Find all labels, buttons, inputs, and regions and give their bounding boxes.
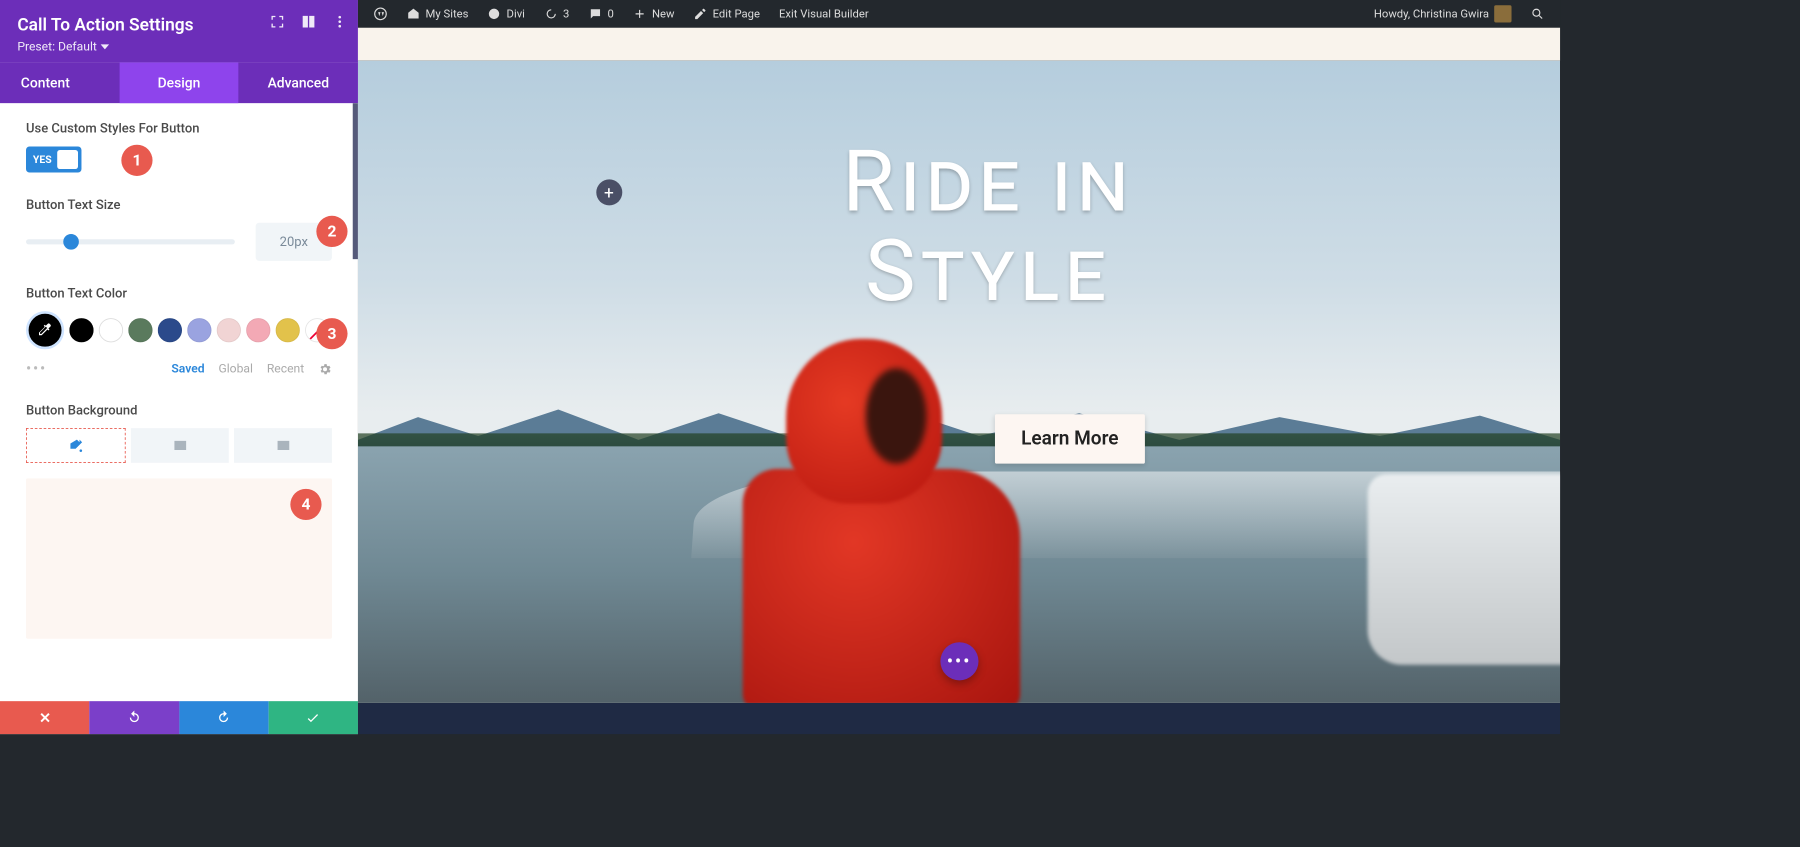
- eyedropper-icon: [36, 322, 53, 339]
- search-icon: [1531, 7, 1545, 21]
- new[interactable]: New: [626, 7, 681, 21]
- focus-icon[interactable]: [270, 14, 286, 30]
- wordpress-icon: [374, 7, 388, 21]
- field-text-color: Button Text Color ••• Saved Global Re: [26, 285, 332, 378]
- undo-icon: [126, 710, 142, 726]
- swatch-periwinkle[interactable]: [187, 318, 211, 342]
- swatch-green[interactable]: [128, 318, 152, 342]
- swatch-black[interactable]: [69, 318, 93, 342]
- panel-body: Use Custom Styles For Button YES 1 Butto…: [0, 103, 358, 701]
- text-size-slider[interactable]: [26, 239, 235, 244]
- check-icon: [305, 710, 321, 726]
- builder-bottom-bar: [358, 703, 1560, 734]
- wp-logo[interactable]: [367, 7, 395, 21]
- cancel-button[interactable]: [0, 701, 89, 734]
- bg-tab-color[interactable]: [26, 428, 126, 463]
- bg-preview[interactable]: 4: [26, 478, 332, 638]
- field-text-size: Button Text Size 2: [26, 197, 332, 261]
- settings-tabs: Content Design Advanced: [0, 62, 358, 103]
- swatch-white[interactable]: [99, 318, 123, 342]
- my-sites[interactable]: My Sites: [400, 7, 476, 21]
- annotation-4: 4: [290, 489, 321, 520]
- cta-button[interactable]: Learn More: [995, 414, 1144, 463]
- redo-icon: [216, 710, 232, 726]
- gradient-icon: [172, 438, 188, 454]
- image-icon: [275, 438, 291, 454]
- hero-section: + Ride in Style Learn More •••: [358, 61, 1560, 703]
- pencil-icon: [694, 7, 708, 21]
- paint-bucket-icon: [68, 438, 84, 454]
- close-icon: [37, 710, 53, 726]
- bg-tab-image[interactable]: [234, 428, 332, 463]
- annotation-2: 2: [316, 216, 347, 247]
- palette-tab-saved[interactable]: Saved: [171, 362, 204, 376]
- field-button-background: Button Background 4: [26, 402, 332, 639]
- add-section-button[interactable]: +: [596, 179, 622, 205]
- palette-tab-global[interactable]: Global: [218, 362, 253, 376]
- tab-content[interactable]: Content: [0, 62, 119, 103]
- wp-adminbar: My Sites Divi 3 0 New Edit Page Exit Vis…: [358, 0, 1560, 28]
- updates[interactable]: 3: [537, 7, 576, 21]
- toggle-custom-styles[interactable]: YES: [26, 146, 81, 172]
- comment-icon: [588, 7, 602, 21]
- tab-design[interactable]: Design: [119, 62, 238, 103]
- more-swatches[interactable]: •••: [26, 360, 47, 378]
- avatar: [1494, 5, 1511, 22]
- palette-tab-recent[interactable]: Recent: [267, 362, 304, 376]
- howdy-user[interactable]: Howdy, Christina Gwira: [1367, 5, 1519, 22]
- save-button[interactable]: [268, 701, 357, 734]
- annotation-3: 3: [316, 318, 347, 349]
- site-name[interactable]: Divi: [481, 7, 532, 21]
- plus-icon: [633, 7, 647, 21]
- eyedropper-button[interactable]: [26, 311, 64, 349]
- main-preview: My Sites Divi 3 0 New Edit Page Exit Vis…: [358, 0, 1560, 734]
- comments[interactable]: 0: [582, 7, 621, 21]
- annotation-1: 1: [121, 145, 152, 176]
- builder-fab[interactable]: •••: [940, 642, 978, 680]
- more-vertical-icon[interactable]: [332, 14, 348, 30]
- search-button[interactable]: [1524, 7, 1552, 21]
- undo-button[interactable]: [89, 701, 178, 734]
- dashboard-icon: [487, 7, 501, 21]
- footer-actions: [0, 701, 358, 734]
- edit-page[interactable]: Edit Page: [687, 7, 767, 21]
- columns-icon[interactable]: [301, 14, 317, 30]
- tab-advanced[interactable]: Advanced: [239, 62, 358, 103]
- refresh-icon: [544, 7, 558, 21]
- swatch-pink[interactable]: [246, 318, 270, 342]
- swatch-blue[interactable]: [158, 318, 182, 342]
- chevron-down-icon: [100, 44, 109, 49]
- bg-tab-gradient[interactable]: [131, 428, 229, 463]
- exit-visual-builder[interactable]: Exit Visual Builder: [772, 7, 876, 20]
- settings-sidebar: Call To Action Settings Preset: Default …: [0, 0, 358, 734]
- sidebar-header: Call To Action Settings Preset: Default: [0, 0, 358, 62]
- field-custom-styles: Use Custom Styles For Button YES 1: [26, 120, 332, 172]
- preset-selector[interactable]: Preset: Default: [17, 40, 340, 54]
- page-background: [358, 28, 1560, 61]
- swatch-blush[interactable]: [217, 318, 241, 342]
- hero-title: Ride in Style: [842, 138, 1133, 316]
- gear-icon[interactable]: [318, 362, 332, 376]
- sites-icon: [406, 7, 420, 21]
- redo-button[interactable]: [179, 701, 268, 734]
- swatch-gold[interactable]: [276, 318, 300, 342]
